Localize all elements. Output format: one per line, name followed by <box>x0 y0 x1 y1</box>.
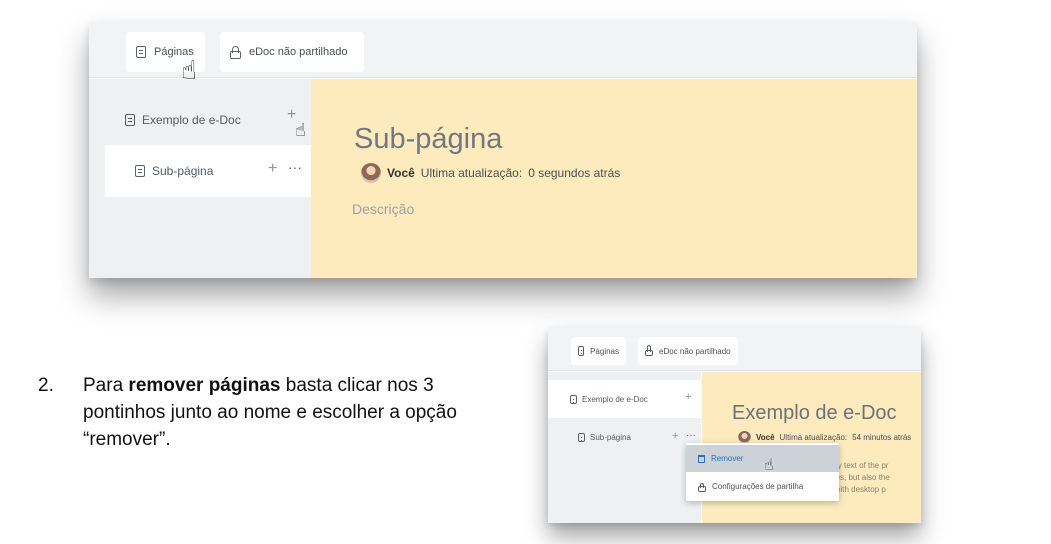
sidebar-item-label: Sub-página <box>152 164 214 178</box>
sidebar: Exemplo de e-Doc + Sub-página + ··· <box>89 79 311 278</box>
menu-item-label: Configurações de partilha <box>712 482 804 491</box>
updated-value: 54 minutos atrás <box>852 433 912 442</box>
page-meta: Você Ultima atualização: 0 segundos atrá… <box>361 163 620 183</box>
avatar <box>361 163 381 183</box>
hand-cursor-icon: ☝ <box>295 120 306 141</box>
toolbar: Páginas eDoc não partilhado <box>548 327 921 371</box>
sidebar-item-exemplo[interactable]: Exemplo de e-Doc + <box>548 380 701 418</box>
sidebar-item-exemplo[interactable]: Exemplo de e-Doc + <box>89 94 311 146</box>
toolbar: Páginas eDoc não partilhado <box>89 22 917 78</box>
add-subpage-icon[interactable]: + <box>268 160 277 178</box>
document-icon <box>136 46 146 58</box>
menu-item-share-settings[interactable]: Configurações de partilha <box>686 473 839 500</box>
document-icon <box>578 432 585 442</box>
add-subpage-icon[interactable]: + <box>685 391 691 403</box>
screenshot-add-page: Páginas eDoc não partilhado Exemplo de e… <box>89 22 917 278</box>
lock-icon <box>698 482 706 492</box>
pages-button[interactable]: Páginas <box>571 337 626 365</box>
document-icon <box>570 394 577 404</box>
page-content: Sub-página Você Ultima atualização: 0 se… <box>311 79 917 278</box>
lock-icon <box>230 45 241 59</box>
updated-label: Ultima atualização: <box>779 433 848 442</box>
menu-item-remove[interactable]: Remover <box>686 445 839 472</box>
share-status-label: eDoc não partilhado <box>249 46 348 58</box>
share-status-button[interactable]: eDoc não partilhado <box>220 32 364 72</box>
sidebar-item-subpagina[interactable]: Sub-página + ··· <box>548 422 701 452</box>
sidebar-item-subpagina[interactable]: Sub-página + ··· <box>105 145 311 197</box>
author-name: Você <box>387 166 415 180</box>
more-options-icon[interactable]: ··· <box>288 159 302 175</box>
hand-cursor-icon: ☝ <box>181 56 197 86</box>
document-icon <box>578 346 585 356</box>
screenshot-remove-page: Páginas eDoc não partilhado Exemplo de e… <box>548 327 921 523</box>
sidebar-item-label: Exemplo de e-Doc <box>582 394 648 404</box>
sidebar: Exemplo de e-Doc + Sub-página + ··· <box>548 372 701 523</box>
step-text-start: Para <box>83 375 129 396</box>
step-text: Para remover páginas basta clicar nos 3 … <box>83 372 503 453</box>
lock-icon <box>645 345 653 356</box>
add-subpage-icon[interactable]: + <box>672 430 678 442</box>
author-name: Você <box>756 433 775 442</box>
sidebar-item-label: Sub-página <box>590 432 631 442</box>
share-status-button[interactable]: eDoc não partilhado <box>638 337 738 365</box>
updated-label: Ultima atualização: <box>420 166 523 180</box>
step-text-bold: remover páginas <box>128 375 281 396</box>
document-icon <box>135 165 145 177</box>
trash-icon <box>698 454 705 463</box>
pages-label: Páginas <box>590 346 619 356</box>
updated-value: 0 segundos atrás <box>528 166 621 180</box>
document-icon <box>125 114 135 126</box>
page-title[interactable]: Exemplo de e-Doc <box>732 402 897 425</box>
context-menu: Remover Configurações de partilha <box>686 443 839 501</box>
sidebar-item-label: Exemplo de e-Doc <box>142 113 241 127</box>
share-status-label: eDoc não partilhado <box>659 346 731 356</box>
step-number: 2. <box>38 375 54 396</box>
description-field[interactable]: Descrição <box>352 201 414 217</box>
page-title[interactable]: Sub-página <box>354 123 502 156</box>
more-options-icon[interactable]: ··· <box>686 430 696 441</box>
menu-item-label: Remover <box>711 454 744 463</box>
hand-cursor-icon: ☝ <box>764 455 774 474</box>
